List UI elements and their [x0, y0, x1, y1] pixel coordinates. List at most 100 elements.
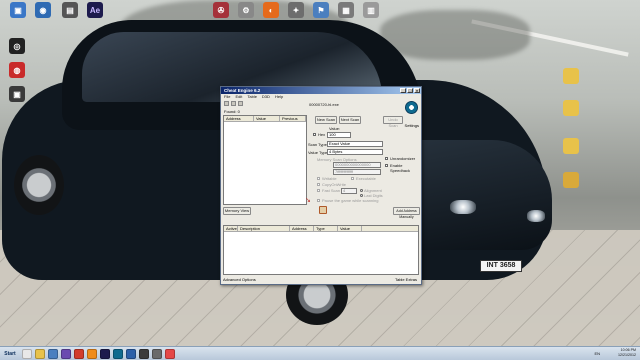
taskbar-app-icon[interactable] [35, 348, 45, 359]
found-count: Found: 0 [224, 109, 240, 114]
enable-speedhack-label: Enable Speedhack [390, 163, 411, 173]
taskbar-app-icon[interactable] [165, 348, 175, 359]
memory-view-button[interactable]: Memory View [223, 207, 251, 215]
undo-scan-button[interactable]: Undo Scan [383, 116, 403, 128]
menu-d3d[interactable]: D3D [262, 94, 270, 100]
column-description[interactable]: Description [238, 226, 290, 231]
taskbar-app-icon[interactable] [22, 348, 32, 359]
application-icon: ▦ [338, 2, 354, 18]
writable-checkbox[interactable] [317, 177, 320, 180]
application-icon: ◍ [9, 62, 25, 78]
taskbar-app-icon[interactable] [152, 348, 162, 359]
clock-date: 12/21/2012 [618, 353, 636, 357]
table-extras-link[interactable]: Table Extras [395, 277, 417, 283]
license-plate: INT 3658 [480, 260, 522, 272]
desktop-icon-left-2[interactable]: ◍ [2, 62, 32, 78]
desktop-icon-after-effects[interactable]: Ae [80, 2, 110, 18]
scan-results-list[interactable]: Address Value Previous [223, 115, 307, 205]
pause-game-label: Pause the game while scanning [322, 198, 379, 203]
desktop-folder-3[interactable] [556, 138, 586, 154]
pointer-scan-arrow-icon[interactable]: ↘ [305, 197, 313, 205]
taskbar: Start EN 10:06 PM 12/21/2012 [0, 346, 640, 360]
open-file-icon[interactable] [231, 101, 236, 106]
taskbar-app-icon[interactable] [139, 348, 149, 359]
application-icon: ⚑ [313, 2, 329, 18]
menu-file[interactable]: File [224, 94, 230, 100]
fast-scan-checkbox[interactable] [317, 189, 320, 192]
open-process-icon[interactable] [224, 101, 229, 106]
column-type[interactable]: Type [314, 226, 338, 231]
menu-help[interactable]: Help [275, 94, 283, 100]
save-icon[interactable] [238, 101, 243, 106]
column-value[interactable]: Value [338, 226, 362, 231]
copyonwrite-checkbox[interactable] [317, 183, 320, 186]
taskbar-app-icon[interactable] [100, 348, 110, 359]
language-indicator[interactable]: EN [594, 351, 600, 356]
menu-edit[interactable]: Edit [235, 94, 242, 100]
desktop-folder-1[interactable] [556, 68, 586, 84]
maximize-button[interactable]: □ [407, 88, 413, 93]
taskbar-app-icon[interactable] [87, 348, 97, 359]
desktop-folder-2[interactable] [556, 100, 586, 116]
taskbar-app-icon[interactable] [74, 348, 84, 359]
value-label: Value: [329, 126, 341, 131]
menu-bar: File Edit Table D3D Help [221, 94, 421, 100]
hex-label: Hex [318, 132, 326, 137]
application-icon: ▣ [9, 86, 25, 102]
stop-address-input[interactable]: 7fffffffffffffff [333, 169, 381, 175]
desktop-icon-11[interactable]: ▥ [356, 2, 386, 18]
taskbar-app-icon[interactable] [113, 348, 123, 359]
start-address-input[interactable]: 0000000000000000 [333, 162, 381, 168]
menu-table[interactable]: Table [247, 94, 257, 100]
add-address-manually-button[interactable]: Add Address Manually [393, 207, 420, 219]
last-digits-radio[interactable] [360, 194, 363, 197]
desktop-folder-4[interactable] [556, 172, 586, 188]
next-scan-button[interactable]: Next Scan [339, 116, 361, 124]
writable-label: Writable [322, 176, 337, 181]
column-address[interactable]: Address [290, 226, 314, 231]
start-button[interactable]: Start [1, 348, 19, 360]
enable-speedhack-checkbox[interactable] [385, 164, 388, 167]
folder-icon [563, 68, 579, 84]
taskbar-app-icon[interactable] [126, 348, 136, 359]
value-input[interactable]: 100 [327, 132, 351, 138]
close-button[interactable]: × [414, 88, 420, 93]
cheat-engine-logo-icon[interactable] [405, 101, 418, 114]
alignment-radio[interactable] [360, 189, 363, 192]
folder-icon [563, 172, 579, 188]
settings-link[interactable]: Settings [405, 123, 419, 128]
unrandomizer-checkbox[interactable] [385, 157, 388, 160]
minimize-button[interactable]: _ [400, 88, 406, 93]
desktop-icon-2[interactable]: ◉ [28, 2, 58, 18]
pause-game-checkbox[interactable] [317, 199, 320, 202]
column-value[interactable]: Value [254, 116, 280, 121]
scan-type-select[interactable]: Exact Value [327, 141, 383, 147]
column-address[interactable]: Address [224, 116, 254, 121]
desktop-icon-left-3[interactable]: ▣ [2, 86, 32, 102]
advanced-options-link[interactable]: Advanced Options [223, 277, 256, 282]
taskbar-app-icon[interactable] [48, 348, 58, 359]
taskbar-app-icon[interactable] [61, 348, 71, 359]
value-type-select[interactable]: 4 Bytes [327, 149, 383, 155]
column-active[interactable]: Active [224, 226, 238, 231]
fast-scan-label: Fast Scan [322, 188, 341, 193]
system-clock[interactable]: 10:06 PM 12/21/2012 [618, 348, 636, 358]
window-titlebar[interactable]: Cheat Engine 6.2 _ □ × [221, 87, 421, 94]
new-scan-button[interactable]: New Scan [315, 116, 337, 124]
window-footer: Advanced Options Table Extras [223, 277, 419, 283]
executable-label: Executable [356, 176, 376, 181]
executable-checkbox[interactable] [351, 177, 354, 180]
application-icon: ▤ [62, 2, 78, 18]
application-icon: ◉ [35, 2, 51, 18]
application-icon: ✦ [288, 2, 304, 18]
toolbar [224, 101, 243, 106]
desktop-icon-left-1[interactable]: ◎ [2, 38, 32, 54]
clear-list-icon[interactable] [319, 206, 327, 214]
address-list[interactable]: Active Description Address Type Value [223, 225, 419, 275]
column-previous[interactable]: Previous [280, 116, 306, 121]
value-type-label: Value Type [308, 150, 328, 155]
process-name: 00000720-hl.exe [309, 102, 339, 107]
fast-scan-value-input[interactable]: 4 [341, 188, 357, 194]
hex-checkbox[interactable] [313, 133, 316, 136]
application-icon: ✇ [213, 2, 229, 18]
